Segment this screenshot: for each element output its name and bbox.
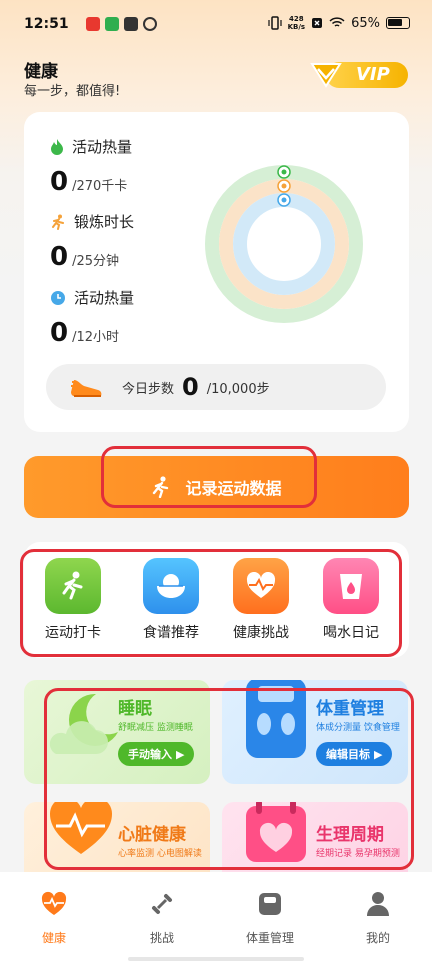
- stat-calories: 活动热量 0 /270千卡: [50, 136, 132, 197]
- ring-inner: [233, 193, 335, 295]
- stat-label: 活动热量: [74, 289, 135, 307]
- quick-actions: 运动打卡 食谱推荐 健康挑战 喝水日记: [24, 542, 409, 658]
- ring-middle-marker-icon: [277, 179, 291, 193]
- stat-value: 0: [50, 167, 69, 197]
- vip-diamond-icon: [310, 63, 342, 88]
- stat-unit: /270千卡: [72, 179, 128, 194]
- feature-subtitle: 经期记录 易孕期预测: [316, 849, 400, 859]
- quick-action-health-challenge[interactable]: 健康挑战: [216, 558, 306, 642]
- moon-cloud-icon: [49, 693, 118, 754]
- status-right: 428 KB/s 65%: [268, 15, 410, 31]
- nav-label: 挑战: [149, 931, 174, 945]
- vip-button[interactable]: VIP: [308, 56, 410, 94]
- status-time: 12:51: [24, 16, 69, 32]
- ring-inner-marker-icon: [277, 193, 291, 207]
- activity-rings: [205, 165, 363, 323]
- nav-tab-challenge[interactable]: 挑战: [122, 890, 202, 946]
- stat-label: 活动热量: [72, 138, 133, 156]
- manual-input-label: 手动输入: [128, 748, 172, 761]
- rice-bowl-icon: [143, 558, 199, 614]
- clock-icon: [51, 290, 65, 305]
- water-cup-icon: [323, 558, 379, 614]
- quick-action-label: 喝水日记: [323, 625, 379, 641]
- nav-label: 体重管理: [245, 931, 294, 945]
- today-steps-bar[interactable]: 今日步数 0 /10,000步: [46, 364, 386, 410]
- stat-unit: /25分钟: [72, 254, 120, 269]
- notification-icons: [86, 17, 157, 31]
- stat-active-hours: 活动热量 0 /12小时: [50, 287, 134, 348]
- heart-pulse-icon: [41, 891, 67, 915]
- edit-goal-label: 编辑目标: [326, 748, 370, 761]
- quick-action-recipes[interactable]: 食谱推荐: [126, 558, 216, 642]
- stat-unit: /12小时: [72, 330, 120, 345]
- sneaker-icon: [71, 380, 102, 397]
- app-notification-icon: [86, 17, 100, 31]
- person-icon: [367, 892, 389, 916]
- steps-goal: /10,000步: [206, 381, 270, 397]
- bottom-nav: 健康 挑战 体重管理 我的: [0, 872, 432, 964]
- scale-icon: [259, 893, 281, 915]
- nav-tab-health[interactable]: 健康: [14, 890, 94, 946]
- heart-icon: [49, 802, 113, 854]
- heart-pulse-icon: [233, 558, 289, 614]
- activity-stats-card[interactable]: 活动热量 0 /270千卡 锻炼时长 0 /25分钟 活动热量 0 /12小时 …: [24, 112, 409, 432]
- status-bar: 12:51 428 KB/s 65%: [0, 0, 432, 50]
- app-notification-icon: [105, 17, 119, 31]
- feature-title: 睡眠: [118, 699, 152, 719]
- stat-exercise-duration: 锻炼时长 0 /25分钟: [50, 211, 134, 272]
- feature-weight[interactable]: 体重管理 体成分测量 饮食管理 编辑目标 ▶: [222, 680, 408, 784]
- feature-sleep[interactable]: 睡眠 舒眠减压 监测睡眠 手动输入 ▶: [24, 680, 210, 784]
- home-indicator: [128, 957, 304, 961]
- record-exercise-label: 记录运动数据: [185, 479, 282, 498]
- feature-subtitle: 体成分测量 饮食管理: [316, 723, 400, 733]
- quick-action-label: 健康挑战: [233, 625, 289, 641]
- steps-label: 今日步数: [122, 381, 175, 397]
- nav-label: 我的: [365, 931, 390, 945]
- wifi-icon: [329, 17, 345, 27]
- ring-outer-marker-icon: [277, 165, 291, 179]
- nav-tab-weight[interactable]: 体重管理: [230, 890, 310, 946]
- stat-value: 0: [50, 242, 69, 272]
- quick-action-label: 运动打卡: [45, 625, 101, 641]
- feature-title: 体重管理: [316, 699, 384, 719]
- dumbbell-icon: [152, 894, 172, 914]
- stat-label: 锻炼时长: [74, 213, 135, 231]
- flame-icon: [51, 138, 63, 155]
- manual-input-button[interactable]: 手动输入 ▶: [118, 742, 195, 766]
- vibrate-icon: [268, 16, 282, 30]
- calendar-heart-icon: [246, 802, 306, 862]
- link-icon: [143, 17, 157, 31]
- record-exercise-button[interactable]: 记录运动数据: [24, 456, 409, 518]
- runner-icon: [153, 476, 169, 498]
- play-arrow-icon: ▶: [374, 747, 383, 761]
- net-speed: 428 KB/s: [287, 15, 306, 31]
- quick-action-water-diary[interactable]: 喝水日记: [306, 558, 396, 642]
- sport-checkin-icon: [45, 558, 101, 614]
- scale-icon: [246, 680, 306, 758]
- feature-subtitle: 心率监测 心电图解读: [118, 849, 202, 859]
- feature-title: 心脏健康: [118, 825, 186, 845]
- runner-icon: [52, 214, 64, 230]
- nav-label: 健康: [41, 931, 66, 945]
- no-sim-icon: [312, 18, 323, 28]
- quick-action-sport-checkin[interactable]: 运动打卡: [28, 558, 118, 642]
- battery-percent: 65%: [351, 15, 380, 31]
- app-notification-icon: [124, 17, 138, 31]
- page-subtitle: 每一步，都值得!: [24, 84, 121, 99]
- steps-value: 0: [182, 373, 199, 401]
- stat-value: 0: [50, 318, 69, 348]
- feature-subtitle: 舒眠减压 监测睡眠: [118, 723, 193, 733]
- quick-action-label: 食谱推荐: [143, 625, 199, 641]
- health-page: 12:51 428 KB/s 65% 健康 每一步，都值得! VIP 活动热量 …: [0, 0, 432, 964]
- play-arrow-icon: ▶: [176, 747, 185, 761]
- feature-title: 生理周期: [316, 825, 384, 845]
- edit-goal-button[interactable]: 编辑目标 ▶: [316, 742, 393, 766]
- battery-icon: [386, 17, 410, 29]
- page-title: 健康: [24, 62, 58, 82]
- nav-tab-me[interactable]: 我的: [338, 890, 418, 946]
